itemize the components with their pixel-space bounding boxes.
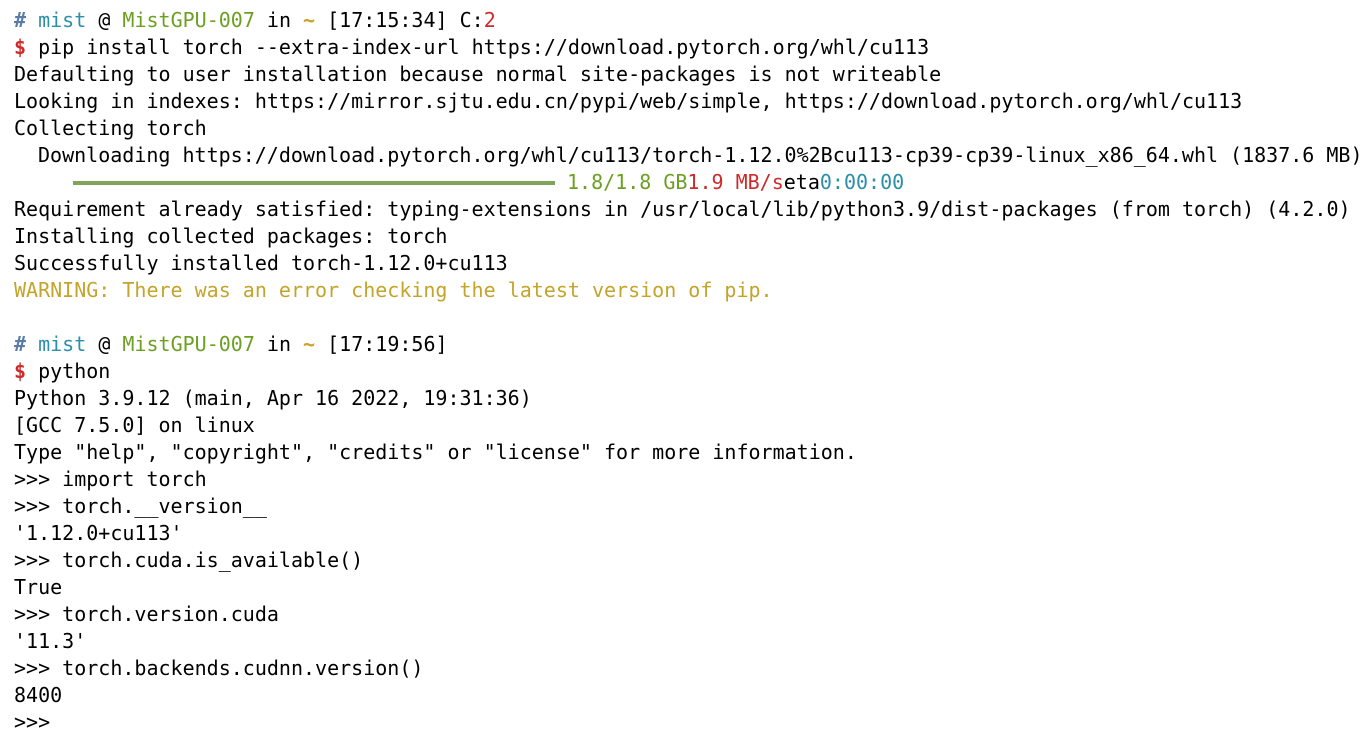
- python-prompt-input[interactable]: >>>: [14, 709, 1363, 736]
- prompt-exit-code: 2: [483, 8, 496, 32]
- terminal-window[interactable]: # mist @ MistGPU-007 in ~ [17:15:34] C:2…: [14, 7, 1363, 736]
- command-text: pip install torch --extra-index-url http…: [38, 35, 930, 59]
- python-line: Type "help", "copyright", "credits" or "…: [14, 440, 857, 464]
- command-line: $ python: [14, 358, 1363, 385]
- output-line: Looking in indexes: https://mirror.sjtu.…: [14, 89, 1243, 113]
- output-line: Installing collected packages: torch: [14, 224, 448, 248]
- prompt-in: in: [266, 332, 291, 356]
- output-line: Collecting torch: [14, 116, 207, 140]
- python-line: >>> torch.version.cuda: [14, 602, 279, 626]
- download-progress-fill: [73, 180, 555, 185]
- python-line: >>> import torch: [14, 467, 207, 491]
- prompt-time: [17:15:34]: [327, 8, 448, 32]
- output-line: Successfully installed torch-1.12.0+cu11…: [14, 251, 508, 275]
- prompt-time: [17:19:56]: [327, 332, 448, 356]
- progress-row: 1.8/1.8 GB 1.9 MB/s eta 0:00:00: [14, 169, 1363, 196]
- python-line: 8400: [14, 683, 63, 707]
- python-line: [GCC 7.5.0] on linux: [14, 413, 255, 437]
- python-line: True: [14, 575, 63, 599]
- download-progress-bar: [73, 180, 555, 185]
- prompt-host: MistGPU-007: [122, 8, 255, 32]
- progress-eta: 0:00:00: [819, 170, 905, 194]
- command-line: $ pip install torch --extra-index-url ht…: [14, 34, 1363, 61]
- python-line: >>> torch.cuda.is_available(): [14, 548, 364, 572]
- progress-size: 1.8/1.8 GB: [567, 170, 688, 194]
- prompt-user: mist: [38, 332, 87, 356]
- prompt-dollar: $: [14, 359, 27, 383]
- output-line: Defaulting to user installation because …: [14, 62, 942, 86]
- python-line: '11.3': [14, 629, 87, 653]
- prompt-dir: ~: [303, 8, 316, 32]
- python-line: Python 3.9.12 (main, Apr 16 2022, 19:31:…: [14, 386, 532, 410]
- command-text: python: [38, 359, 111, 383]
- prompt-hash: #: [14, 332, 27, 356]
- progress-speed: 1.9 MB/s: [687, 170, 784, 194]
- warning-line: WARNING: There was an error checking the…: [14, 278, 773, 302]
- prompt-dir: ~: [303, 332, 316, 356]
- prompt-at: @: [98, 8, 111, 32]
- prompt-at: @: [98, 332, 111, 356]
- output-line: Requirement already satisfied: typing-ex…: [14, 197, 1351, 221]
- prompt-line: # mist @ MistGPU-007 in ~ [17:15:34] C:2: [14, 7, 1363, 34]
- prompt-dollar: $: [14, 35, 27, 59]
- python-line: '1.12.0+cu113': [14, 521, 183, 545]
- prompt-user: mist: [38, 8, 87, 32]
- progress-eta-label: eta: [783, 170, 820, 194]
- prompt-line: # mist @ MistGPU-007 in ~ [17:19:56]: [14, 331, 1363, 358]
- prompt-host: MistGPU-007: [122, 332, 255, 356]
- prompt-in: in: [266, 8, 291, 32]
- downloading-line: Downloading https://download.pytorch.org…: [38, 143, 1363, 167]
- prompt-hash: #: [14, 8, 27, 32]
- prompt-code-label: C:: [459, 8, 484, 32]
- python-line: >>> torch.__version__: [14, 494, 267, 518]
- python-line: >>> torch.backends.cudnn.version(): [14, 656, 424, 680]
